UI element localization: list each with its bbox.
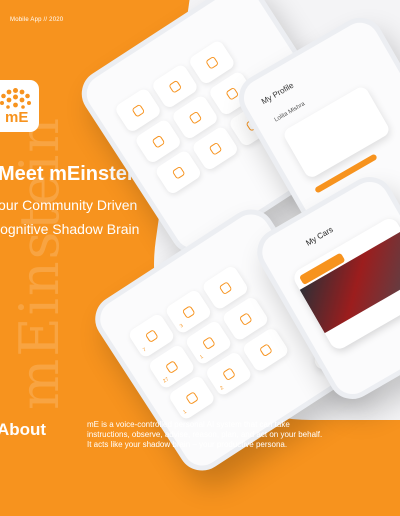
tile-icon [181, 304, 196, 319]
tagline-line-2: Cognitive Shadow Brain [0, 221, 140, 237]
tile-icon [131, 103, 145, 118]
hero-tagline: Your Community Driven Cognitive Shadow B… [0, 193, 139, 241]
car-image [299, 230, 400, 334]
cars-screen-title: My Cars [304, 224, 335, 248]
brain-dots-icon [0, 88, 31, 109]
tile-count: 1 [198, 353, 205, 361]
tile-icon [184, 390, 199, 405]
tile-icon [168, 79, 182, 94]
tile-icon [151, 134, 166, 149]
tagline-line-1: Your Community Driven [0, 197, 138, 213]
profile-card[interactable] [281, 84, 392, 180]
tile-icon [204, 55, 219, 70]
tile-count: 1 [182, 408, 188, 416]
car-card[interactable] [290, 215, 400, 353]
tile-count: 27 [162, 376, 171, 385]
tile-icon [218, 280, 233, 295]
about-title: About [0, 420, 47, 439]
activity-tile-grid: 7 3 27 1 1 2 [127, 264, 291, 422]
app-logo: mE [0, 80, 39, 132]
tile-icon [258, 342, 273, 357]
tile-icon [225, 86, 239, 101]
tile-icon [208, 141, 223, 156]
tile-icon [144, 328, 159, 343]
tile-icon [188, 110, 203, 125]
profile-screen-title: My Profile [259, 80, 296, 107]
tile-icon [221, 366, 236, 381]
tile-icon [171, 165, 186, 180]
tile-count: 2 [219, 384, 225, 392]
project-label: Mobile App // 2020 [10, 17, 64, 23]
tile-count: 7 [141, 346, 148, 354]
about-description: mE is a voice-controlled personal AI sys… [87, 420, 323, 449]
tile-icon [238, 311, 253, 326]
tile-count: 3 [178, 322, 185, 330]
tile-icon [164, 359, 179, 374]
tile-icon [201, 335, 216, 350]
logo-wordmark: mE [5, 109, 29, 126]
